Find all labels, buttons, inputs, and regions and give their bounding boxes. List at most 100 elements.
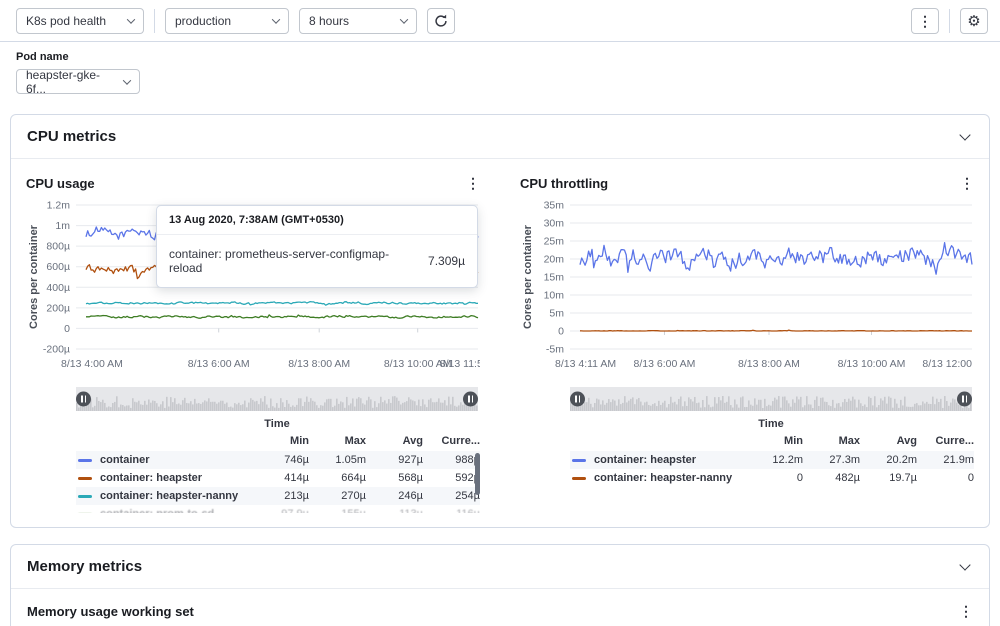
legend-table: MinMaxAvgCurre...container: heapster12.2… [570,432,974,489]
tooltip-series-row: container: prometheus-server-configmap-r… [157,235,477,287]
svg-text:8/13 8:00 AM: 8/13 8:00 AM [738,358,800,370]
pod-name-label: Pod name [16,51,984,63]
legend-col-header: Curre... [917,435,974,447]
legend-col-header: Max [309,435,366,447]
kebab-menu-icon[interactable]: ⋮ [959,603,973,620]
cpu-metrics-accordion-header[interactable]: CPU metrics [11,115,989,159]
series-stat-value: 927µ [366,454,423,466]
brush-waveform [570,387,972,411]
kebab-menu-icon[interactable]: ⋮ [960,175,974,192]
time-brush[interactable] [76,387,478,411]
svg-text:1.2m: 1.2m [47,200,71,212]
chevron-down-icon [272,15,280,23]
svg-text:8/13 6:00 AM: 8/13 6:00 AM [188,358,250,370]
cpu-throttling-chart-column: CPU throttling⋮Cores per container35m30m… [520,171,974,513]
kebab-menu-icon[interactable]: ⋮ [466,175,480,192]
series-stat-value: 21.9m [917,454,974,466]
legend-col-header: Avg [860,435,917,447]
tooltip-series-value: 7.309µ [428,254,465,268]
memory-metrics-accordion-header[interactable]: Memory metrics [11,545,989,589]
series-line-1 [580,330,972,331]
cpu-metrics-title: CPU metrics [27,128,116,145]
series-stat-value: 592µ [423,472,480,484]
series-stat-value: 113µ [366,508,423,513]
memory-metrics-panel: Memory metrics Memory usage working set … [10,544,990,626]
kebab-menu-button[interactable]: ⋮ [911,8,939,34]
brush-handle-right[interactable] [957,392,972,407]
chart-title: CPU usage [26,176,95,191]
brush-handle-left[interactable] [76,392,91,407]
refresh-icon [434,14,448,28]
series-stat-value: 27.3m [803,454,860,466]
brush-handle-right[interactable] [463,392,478,407]
cpu-throttling-plot[interactable]: Cores per container35m30m25m20m15m10m5m0… [520,197,974,377]
series-stat-value: 213µ [252,490,309,502]
legend-row[interactable]: container: heapster-nanny213µ270µ246µ254… [76,487,480,505]
tooltip-series-name: container: prometheus-server-configmap-r… [169,247,416,275]
svg-text:10m: 10m [544,290,565,302]
gear-icon: ⚙ [967,12,980,30]
svg-text:30m: 30m [544,218,565,230]
series-stat-value: 97.9µ [252,508,309,513]
series-color-swatch [78,495,92,498]
legend-rows-viewport[interactable]: container746µ1.05m927µ988µcontainer: hea… [76,451,480,513]
svg-text:8/13 4:00 AM: 8/13 4:00 AM [61,358,123,370]
chevron-down-icon [959,559,970,570]
svg-text:Cores per container: Cores per container [28,224,40,329]
dashboard-select[interactable]: K8s pod health [16,8,144,34]
memory-usage-chart-title: Memory usage working set [27,604,194,619]
toolbar-divider [949,9,950,33]
svg-text:-5m: -5m [546,344,564,356]
series-color-swatch [78,477,92,480]
svg-text:8/13 12:00: 8/13 12:00 [922,358,972,370]
series-color-swatch [572,477,586,480]
svg-text:-200µ: -200µ [43,344,70,356]
x-axis-title: Time [76,418,478,430]
series-stat-value: 270µ [309,490,366,502]
dashboard-select-value: K8s pod health [26,14,106,28]
legend-rows-viewport[interactable]: container: heapster12.2m27.3m20.2m21.9mc… [570,451,974,489]
series-name: container: prom-to-sd [100,508,252,513]
toolbar-left-group: K8s pod health production 8 hours [16,8,455,34]
series-color-swatch [78,459,92,462]
series-name: container: heapster [100,472,252,484]
legend-header-row: MinMaxAvgCurre... [570,432,974,451]
legend-scrollbar-thumb[interactable] [475,453,480,495]
legend-row[interactable]: container746µ1.05m927µ988µ [76,451,480,469]
brush-handle-left[interactable] [570,392,585,407]
time-brush[interactable] [570,387,972,411]
series-stat-value: 155µ [309,508,366,513]
pod-name-select[interactable]: heapster-gke-6f... [16,69,140,94]
legend-table: MinMaxAvgCurre...container746µ1.05m927µ9… [76,432,480,513]
svg-text:1m: 1m [55,220,70,232]
k8s-pod-health-dashboard: K8s pod health production 8 hours ⋮ [0,0,1000,626]
chart-tooltip: 13 Aug 2020, 7:38AM (GMT+0530)container:… [156,205,478,288]
series-stat-value: 20.2m [860,454,917,466]
series-line-0 [580,243,972,275]
time-range-select[interactable]: 8 hours [299,8,417,34]
svg-text:8/13 6:00 AM: 8/13 6:00 AM [634,358,696,370]
pod-name-select-value: heapster-gke-6f... [26,68,116,96]
legend-col-header: Avg [366,435,423,447]
legend-col-header: Min [746,435,803,447]
svg-text:8/13 4:11 AM: 8/13 4:11 AM [555,358,616,370]
x-axis-title: Time [570,418,972,430]
cpu-metrics-body: CPU usage⋮Cores per container1.2m1m800µ6… [11,159,989,527]
svg-text:8/13 10:00 AM: 8/13 10:00 AM [838,358,906,370]
settings-button[interactable]: ⚙ [960,8,988,34]
legend-row[interactable]: container: prom-to-sd97.9µ155µ113µ116µ [76,505,480,513]
series-stat-value: 568µ [366,472,423,484]
legend-row[interactable]: container: heapster12.2m27.3m20.2m21.9m [570,451,974,469]
svg-text:400µ: 400µ [46,282,70,294]
legend-row[interactable]: container: heapster-nanny0482µ19.7µ0 [570,469,974,487]
series-color-swatch [78,513,92,514]
svg-text:8/13 8:00 AM: 8/13 8:00 AM [288,358,350,370]
series-stat-value: 116µ [423,508,480,513]
legend-header-row: MinMaxAvgCurre... [76,432,480,451]
chevron-down-icon [127,15,135,23]
series-stat-value: 12.2m [746,454,803,466]
environment-select[interactable]: production [165,8,289,34]
refresh-button[interactable] [427,8,455,34]
series-stat-value: 414µ [252,472,309,484]
legend-row[interactable]: container: heapster414µ664µ568µ592µ [76,469,480,487]
